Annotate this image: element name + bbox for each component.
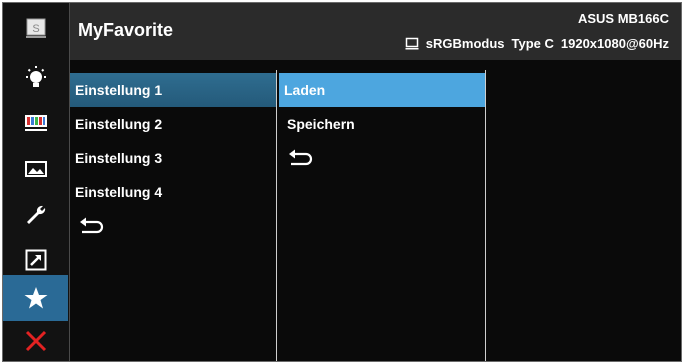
return-arrow-icon (289, 149, 313, 166)
sidebar-item-color[interactable] (3, 103, 68, 143)
status-bar: sRGBmodus Type C 1920x1080@60Hz (405, 36, 669, 51)
model-name: ASUS MB166C (577, 11, 669, 26)
page-title: MyFavorite (78, 20, 174, 40)
color-bars-icon (24, 115, 47, 131)
column-divider-1 (276, 70, 277, 361)
menu-item-setting-2[interactable]: Einstellung 2 (70, 107, 276, 141)
svg-text:S: S (32, 23, 39, 35)
menu-item-setting-3[interactable]: Einstellung 3 (70, 141, 276, 175)
sidebar-item-myfavorite[interactable] (3, 275, 68, 321)
sidebar-item-splendid[interactable]: S (3, 8, 68, 48)
wrench-icon (26, 205, 45, 224)
settings-list: Einstellung 1 Einstellung 2 Einstellung … (70, 73, 276, 243)
sidebar: S (3, 3, 70, 361)
sidebar-item-system-setup[interactable] (3, 195, 68, 235)
header: MyFavorite ASUS MB166C sRGBmodus Type C … (70, 3, 681, 60)
menu-item-setting-4[interactable]: Einstellung 4 (70, 175, 276, 209)
picture-icon (24, 161, 47, 177)
actions-list: Laden Speichern (279, 73, 485, 175)
star-icon (24, 287, 47, 309)
s-box-icon: S (25, 18, 46, 38)
menu-item-save[interactable]: Speichern (279, 107, 485, 141)
menu-item-setting-1[interactable]: Einstellung 1 (70, 73, 276, 107)
sidebar-item-blue-light[interactable] (3, 58, 68, 98)
osd-window: S MyFavorite ASUS MB166C sRGBmodus Type … (2, 2, 682, 362)
input-source: Type C (511, 36, 554, 51)
settings-back-button[interactable] (70, 209, 276, 243)
sidebar-item-shortcut[interactable] (3, 240, 68, 280)
arrow-box-icon (25, 249, 46, 271)
bulb-icon (25, 66, 46, 87)
x-icon (25, 330, 46, 352)
actions-back-button[interactable] (279, 141, 485, 175)
monitor-icon (405, 37, 419, 50)
sidebar-item-exit[interactable] (3, 321, 68, 361)
return-arrow-icon (80, 217, 104, 234)
resolution: 1920x1080@60Hz (560, 36, 669, 51)
empty-panel (486, 70, 681, 361)
menu-item-load[interactable]: Laden (279, 73, 485, 107)
color-mode: sRGBmodus (425, 36, 505, 51)
sidebar-item-image[interactable] (3, 149, 68, 189)
